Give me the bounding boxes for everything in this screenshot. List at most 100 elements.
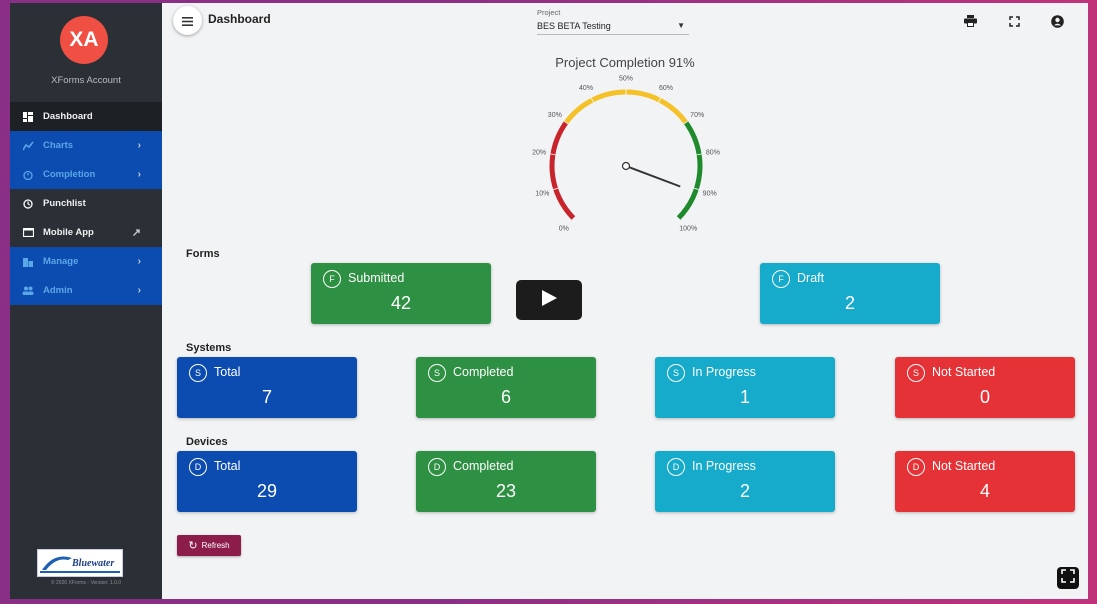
devices-total-card[interactable]: D Total 29 [177, 451, 357, 512]
card-label: Total [214, 459, 241, 473]
video-play-button[interactable] [516, 280, 582, 320]
gauge-title: Project Completion 91% [555, 55, 695, 70]
gauge-tick-label: 30% [548, 112, 562, 119]
expand-video-button[interactable] [1057, 567, 1079, 589]
systems-total-card[interactable]: S Total 7 [177, 357, 357, 418]
sidebar-item-admin[interactable]: Admin › [10, 276, 162, 305]
gauge-band [549, 121, 576, 221]
gauge-tick-label: 0% [559, 226, 569, 233]
play-icon [540, 289, 558, 312]
gauge-tick-label: 10% [535, 191, 549, 198]
avatar[interactable]: XA [60, 16, 108, 64]
menu-toggle-button[interactable] [173, 6, 202, 35]
company-logo: Bluewater [37, 549, 123, 577]
sidebar-item-label: Dashboard [43, 111, 93, 122]
card-value: 4 [979, 481, 990, 501]
refresh-label: Refresh [201, 541, 230, 550]
gauge-hub [621, 161, 631, 171]
card-label: In Progress [692, 459, 756, 473]
sidebar-item-mobile-app[interactable]: Mobile App ↗ [10, 218, 162, 247]
card-label: Draft [797, 271, 825, 285]
card-value: 1 [739, 387, 750, 407]
card-label: Submitted [348, 271, 405, 285]
refresh-icon: ↻ [188, 540, 198, 552]
app-window: XA XForms Account Dashboard Charts › Com… [10, 3, 1088, 599]
sidebar-nav: Dashboard Charts › Completion › Punchlis… [10, 102, 162, 305]
gauge-tick-label: 80% [706, 150, 720, 157]
gauge-tick-label: 20% [532, 150, 546, 157]
gauge-tick-label: 50% [619, 76, 633, 83]
project-select[interactable]: BES BETA Testing ▼ [537, 17, 689, 35]
gauge-band [564, 89, 688, 124]
sidebar-item-dashboard[interactable]: Dashboard [10, 102, 162, 131]
project-label: Project [537, 8, 561, 17]
devices-section-label: Devices [186, 436, 228, 448]
gauge-tick-label: 100% [679, 226, 697, 233]
clock-icon [22, 198, 34, 210]
page-title: Dashboard [208, 12, 271, 26]
print-icon[interactable] [962, 13, 978, 29]
hamburger-icon [182, 13, 193, 29]
sidebar-item-manage[interactable]: Manage › [10, 247, 162, 276]
card-label: Completed [453, 365, 514, 379]
chevron-right-icon: › [137, 256, 141, 267]
chart-icon [22, 140, 34, 152]
gauge-tick-label: 70% [690, 112, 704, 119]
chevron-right-icon: › [137, 169, 141, 180]
chevron-right-icon: › [137, 285, 141, 296]
refresh-button[interactable]: ↻ Refresh [177, 535, 241, 556]
sidebar-item-label: Mobile App [43, 227, 94, 238]
timer-icon [22, 169, 34, 181]
card-badge: D [189, 458, 207, 476]
sidebar-item-label: Punchlist [43, 198, 86, 209]
sidebar-item-label: Admin [43, 285, 73, 296]
card-value: 0 [979, 387, 990, 407]
forms-submitted-card[interactable]: F Submitted 42 [311, 263, 491, 324]
card-badge: S [428, 364, 446, 382]
sidebar-item-charts[interactable]: Charts › [10, 131, 162, 160]
gauge-needle [625, 165, 681, 188]
card-value: 2 [844, 293, 855, 313]
account-name: XForms Account [51, 75, 121, 86]
account-circle-icon[interactable] [1049, 13, 1065, 29]
sidebar-item-label: Manage [43, 256, 79, 267]
card-badge: D [428, 458, 446, 476]
card-value: 23 [495, 481, 517, 501]
card-value: 42 [390, 293, 412, 313]
devices-completed-card[interactable]: D Completed 23 [416, 451, 596, 512]
systems-in-progress-card[interactable]: S In Progress 1 [655, 357, 835, 418]
card-label: Total [214, 365, 241, 379]
building-icon [22, 256, 34, 268]
dashboard-icon [22, 111, 34, 123]
expand-icon [1061, 568, 1075, 588]
sidebar-item-completion[interactable]: Completion › [10, 160, 162, 189]
devices-not-started-card[interactable]: D Not Started 4 [895, 451, 1075, 512]
tablet-icon [22, 227, 34, 239]
devices-in-progress-card[interactable]: D In Progress 2 [655, 451, 835, 512]
systems-completed-card[interactable]: S Completed 6 [416, 357, 596, 418]
project-select-value: BES BETA Testing [537, 20, 611, 31]
card-label: Not Started [932, 459, 996, 473]
card-badge: D [907, 458, 925, 476]
systems-not-started-card[interactable]: S Not Started 0 [895, 357, 1075, 418]
dropdown-caret-icon: ▼ [677, 21, 685, 30]
card-value: 29 [256, 481, 278, 501]
card-label: Completed [453, 459, 514, 473]
card-badge: S [667, 364, 685, 382]
sidebar-item-punchlist[interactable]: Punchlist [10, 189, 162, 218]
gauge-tick-label: 60% [659, 85, 673, 92]
chevron-right-icon: › [137, 140, 141, 151]
card-badge: S [189, 364, 207, 382]
external-link-icon: ↗ [131, 227, 141, 239]
fullscreen-icon[interactable] [1006, 13, 1022, 29]
gauge-tick-label: 40% [579, 85, 593, 92]
svg-text:Bluewater: Bluewater [71, 558, 114, 569]
card-value: 2 [739, 481, 750, 501]
gauge-tick-label: 90% [703, 191, 717, 198]
gauge-band [676, 121, 703, 221]
card-badge: F [772, 270, 790, 288]
forms-draft-card[interactable]: F Draft 2 [760, 263, 940, 324]
completion-gauge: 0% 10% 20% 30% 40% 50% 60% 70% 80% 90% 100% [532, 76, 720, 233]
version-text: © 2020 XForms - Version: 1.0.0 [50, 580, 122, 586]
card-value: 7 [261, 387, 272, 407]
